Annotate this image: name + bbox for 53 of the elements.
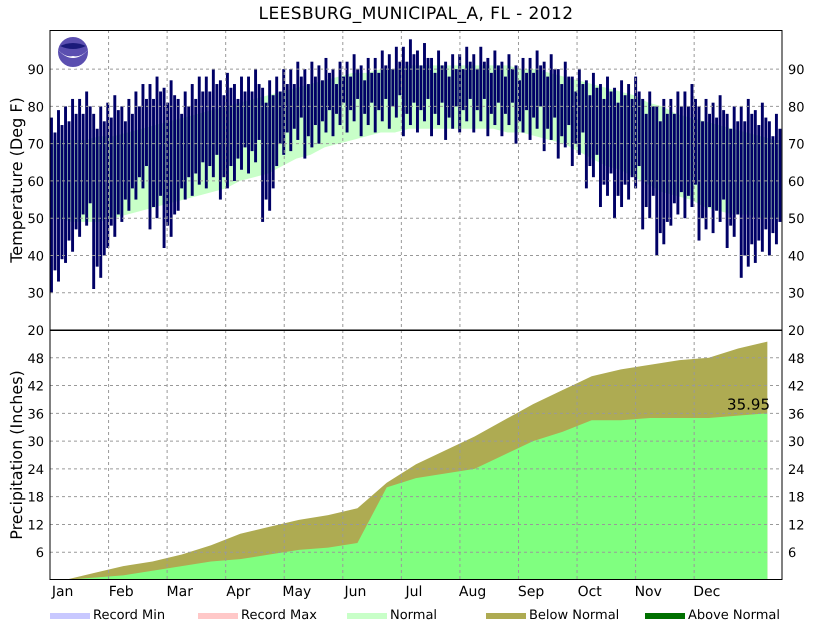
legend-label: Normal [390,607,438,620]
y-tick-label: 90 [788,63,805,78]
y-tick-label: 90 [27,63,44,78]
x-tick-label: Feb [108,584,134,600]
legend-label: Record Min [93,607,166,620]
y-tick-label: 48 [788,352,805,367]
y-tick-label: 70 [27,138,44,153]
legend-label: Above Normal [688,607,780,620]
legend-label: Record Max [241,607,317,620]
y-tick-label: 30 [788,435,805,450]
y-tick-label: 6 [788,546,796,562]
y-tick-label: 18 [27,490,44,506]
x-tick-label: Jun [344,584,366,600]
y-tick-label: 80 [27,100,44,116]
y-tick-label: 30 [788,286,805,302]
y-tick-label: 50 [788,212,805,228]
y-tick-label: 42 [27,380,44,395]
y-tick-label: 48 [27,352,44,367]
y-tick-label: 20 [788,324,805,339]
y-tick-label: 30 [27,286,44,302]
x-tick-label: May [282,584,312,600]
x-tick-label: Jan [52,584,74,600]
noaa-logo-icon [56,35,90,69]
y-tick-label: 80 [788,100,805,116]
y-tick-label: 24 [27,462,44,478]
y-tick-label: 30 [27,435,44,450]
x-tick-label: Mar [166,584,193,600]
y-tick-label: 12 [788,518,805,534]
y-tick-label: 36 [27,407,44,422]
y-tick-label: 50 [27,212,44,228]
x-tick-label: Oct [578,584,602,600]
y-tick-label: 40 [788,249,805,264]
y-tick-label: 18 [788,490,805,506]
chart-title: LEESBURG_MUNICIPAL_A, FL - 2012 [258,3,574,26]
y-tick-label: 12 [27,518,44,534]
y-tick-label: 42 [788,380,805,395]
y-axis-label: Temperature (Deg F) [7,97,26,263]
x-tick-label: Aug [458,584,486,600]
y-tick-label: 70 [788,138,805,153]
y-tick-label: 36 [788,407,805,422]
y-tick-label: 60 [27,174,44,190]
x-tick-label: Dec [693,584,720,600]
y-tick-label: 60 [788,174,805,190]
y-tick-label: 24 [788,462,805,478]
legend-label: Below Normal [529,607,620,620]
x-tick-label: Nov [634,584,662,600]
y-tick-label: 6 [36,546,44,562]
x-tick-label: Jul [406,584,422,600]
y-tick-label: 20 [27,324,44,339]
x-tick-label: Apr [226,584,250,600]
y-axis-label: Precipitation (Inches) [7,370,26,540]
y-tick-label: 40 [27,249,44,264]
x-tick-label: Sep [518,584,544,600]
